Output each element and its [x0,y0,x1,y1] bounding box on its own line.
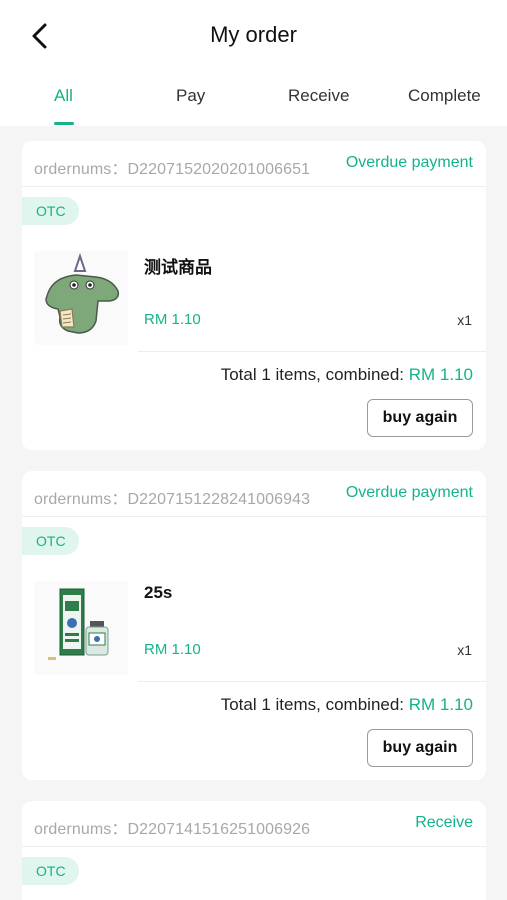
order-total-label: Total 1 items, combined: [220,695,409,714]
otc-badge: OTC [22,857,79,885]
order-status: Receive [415,814,473,831]
tab-complete[interactable]: Complete [408,86,481,106]
order-status: Overdue payment [345,154,473,171]
product-name[interactable]: 测试商品 [144,253,212,278]
product-image[interactable] [34,251,128,345]
header: My order All Pay Receive Complete [0,0,507,126]
order-total: Total 1 items, combined: RM 1.10 [221,365,473,385]
divider [138,681,486,682]
product-name[interactable]: 25s [144,583,172,603]
order-card-header: ordernums：D2207141516251006926 Receive [22,801,486,847]
active-tab-indicator [54,122,74,125]
tab-pay[interactable]: Pay [176,86,205,106]
order-card-header: ordernums：D2207152020201006651 Overdue p… [22,141,486,187]
order-number: ordernums：D2207152020201006651 [34,161,311,178]
order-total: Total 1 items, combined: RM 1.10 [221,695,473,715]
product-price: RM 1.10 [144,641,201,658]
page-title: My order [210,22,297,47]
crocodile-sticker-icon [45,252,120,334]
tab-all[interactable]: All [54,86,73,106]
product-price: RM 1.10 [144,311,201,328]
order-status: Overdue payment [345,484,473,501]
product-image[interactable] [34,581,128,675]
otc-badge: OTC [22,527,79,555]
buy-again-button[interactable]: buy again [367,729,473,767]
divider [138,351,486,352]
buy-again-button[interactable]: buy again [367,399,473,437]
order-card: ordernums：D2207152020201006651 Overdue p… [22,141,486,450]
order-number: ordernums：D2207141516251006926 [34,821,311,838]
order-total-amount: RM 1.10 [408,695,473,714]
order-number: ordernums：D2207151228241006943 [34,491,311,508]
product-quantity: x1 [457,312,472,328]
order-card-header: ordernums：D2207151228241006943 Overdue p… [22,471,486,517]
tab-receive[interactable]: Receive [288,86,349,106]
order-card: ordernums：D2207151228241006943 Overdue p… [22,471,486,780]
tab-bar: All Pay Receive Complete [0,80,507,126]
product-quantity: x1 [457,642,472,658]
otc-badge: OTC [22,197,79,225]
order-total-amount: RM 1.10 [408,365,473,384]
medicated-oil-icon [48,588,109,660]
order-total-label: Total 1 items, combined: [220,365,409,384]
order-card: ordernums：D2207141516251006926 Receive O… [22,801,486,900]
